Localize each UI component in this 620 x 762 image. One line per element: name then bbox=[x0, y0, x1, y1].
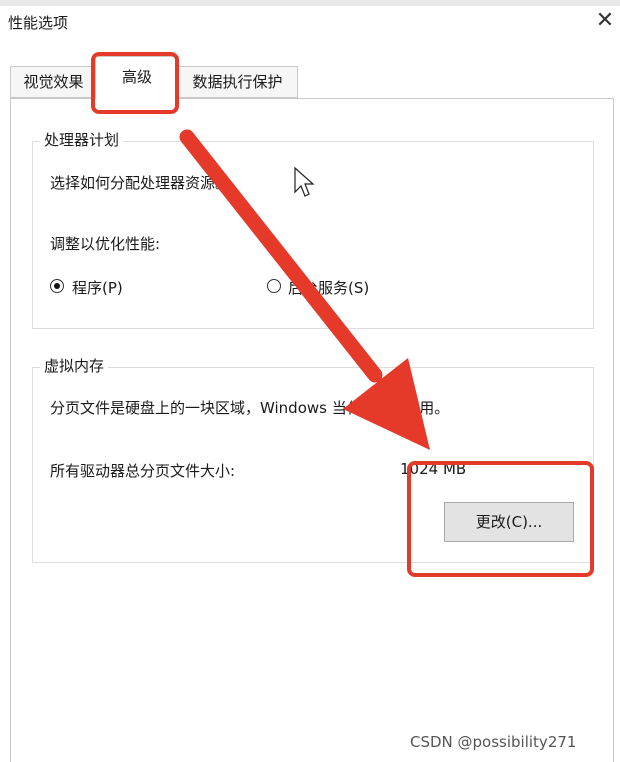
processor-description: 选择如何分配处理器资源。 bbox=[50, 174, 231, 192]
title-bar-top-strip bbox=[0, 0, 620, 6]
window-title: 性能选项 bbox=[8, 14, 69, 32]
background-services-radio[interactable] bbox=[267, 279, 281, 293]
virtual-memory-legend: 虚拟内存 bbox=[40, 355, 109, 376]
optimize-prompt: 调整以优化性能: bbox=[50, 235, 161, 253]
processor-scheduling-legend: 处理器计划 bbox=[40, 129, 124, 150]
close-icon[interactable]: ✕ bbox=[594, 10, 616, 32]
watermark: CSDN @possibility271 bbox=[410, 733, 577, 751]
background-services-radio-label[interactable]: 后台服务(S) bbox=[288, 277, 369, 298]
virtual-memory-description: 分页文件是硬盘上的一块区域，Windows 当作 RAM 使用。 bbox=[50, 399, 450, 417]
programs-radio[interactable] bbox=[50, 279, 64, 293]
programs-radio-label[interactable]: 程序(P) bbox=[72, 277, 123, 298]
highlight-box-advanced-tab bbox=[91, 52, 179, 114]
highlight-box-change-button bbox=[407, 461, 594, 577]
total-paging-label: 所有驱动器总分页文件大小: bbox=[50, 462, 236, 480]
tab-visual-effects[interactable]: 视觉效果 bbox=[10, 66, 96, 98]
tab-data-execution-prevention[interactable]: 数据执行保护 bbox=[178, 66, 298, 98]
